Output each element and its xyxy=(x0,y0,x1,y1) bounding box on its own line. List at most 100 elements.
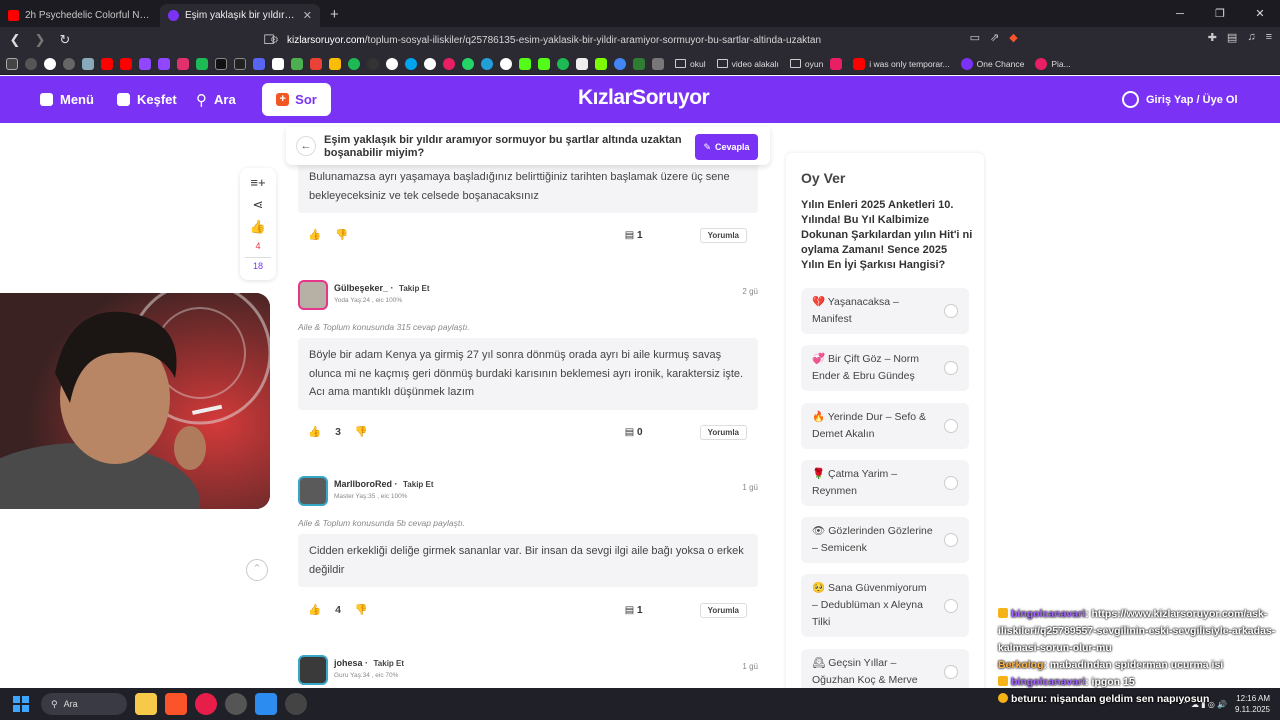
comment-count[interactable]: ▤ 1 xyxy=(625,605,643,616)
poll-option[interactable]: 💞 Bir Çift Göz – Norm Ender & Ebru Günde… xyxy=(801,345,969,391)
bookmark-icon[interactable] xyxy=(291,57,303,70)
menu-icon[interactable]: ≡ xyxy=(1266,31,1272,44)
sidebar-icon[interactable]: ▤ xyxy=(1227,31,1237,44)
x-icon[interactable] xyxy=(215,57,227,70)
search-button[interactable]: ⚲ Ara xyxy=(196,76,236,123)
taskbar-search[interactable]: ⚲ Ara xyxy=(41,693,127,715)
drive-icon[interactable] xyxy=(329,57,341,70)
bookmark-item[interactable]: i was only temporar... xyxy=(853,57,950,70)
radio-button[interactable] xyxy=(944,361,958,375)
tab-youtube[interactable]: 2h Psychedelic Colorful Neon Backgr xyxy=(0,4,160,27)
back-icon[interactable]: ❮ xyxy=(5,30,25,50)
back-arrow-icon[interactable]: ← xyxy=(296,136,316,156)
reload-icon[interactable]: ↻ xyxy=(55,30,75,50)
history-icon[interactable] xyxy=(25,57,37,70)
obs-icon[interactable] xyxy=(225,693,247,715)
brave-browser-icon[interactable] xyxy=(165,693,187,715)
bookmark-icon[interactable] xyxy=(424,57,436,70)
cast-icon[interactable]: ▭ xyxy=(970,31,980,44)
dislike-icon[interactable]: 👎 xyxy=(355,603,368,616)
bookmark-icon[interactable] xyxy=(405,57,417,70)
bookmark-item[interactable]: One Chance xyxy=(960,57,1024,70)
add-list-icon[interactable]: ≡+ xyxy=(250,175,265,191)
share-icon[interactable]: ⋖ xyxy=(253,197,264,213)
twitch-icon[interactable] xyxy=(158,57,170,70)
site-logo[interactable]: KızlarSoruyor xyxy=(578,86,710,110)
poll-option[interactable]: 🔥 Yerinde Dur – Sefo & Demet Akalın xyxy=(801,403,969,449)
dislike-icon[interactable]: 👎 xyxy=(355,425,368,438)
youtube-icon[interactable] xyxy=(101,57,113,70)
kick-icon[interactable] xyxy=(196,57,208,70)
avatar[interactable] xyxy=(298,280,328,310)
scroll-top-icon[interactable]: ⌃ xyxy=(246,559,268,581)
media-app-icon[interactable] xyxy=(195,693,217,715)
close-tab-icon[interactable]: ✕ xyxy=(303,9,312,22)
reply-button[interactable]: Yorumla xyxy=(699,425,747,440)
like-icon[interactable]: 👍 xyxy=(308,603,321,616)
bookmark-icon[interactable] xyxy=(272,57,284,70)
like-icon[interactable]: 👍 xyxy=(308,228,321,241)
telegram-icon[interactable] xyxy=(481,57,493,70)
radio-button[interactable] xyxy=(944,419,958,433)
chatgpt-icon[interactable] xyxy=(63,57,75,70)
instagram-icon[interactable] xyxy=(177,57,189,70)
comment-count[interactable]: ▤ 1 xyxy=(625,230,643,241)
like-icon[interactable]: 👍 xyxy=(308,425,321,438)
file-explorer-icon[interactable] xyxy=(135,693,157,715)
bookmark-folder[interactable]: okul xyxy=(675,59,706,69)
username[interactable]: MarllboroRed xyxy=(334,479,392,489)
whatsapp-icon[interactable] xyxy=(462,57,474,70)
apps-icon[interactable] xyxy=(6,57,18,70)
bookmark-icon[interactable] xyxy=(830,57,843,70)
comment-count[interactable]: ▤ 0 xyxy=(625,427,643,438)
radio-button[interactable] xyxy=(944,665,958,679)
github-icon[interactable] xyxy=(386,57,398,70)
close-window-icon[interactable]: ✕ xyxy=(1240,0,1280,27)
radio-button[interactable] xyxy=(944,598,958,613)
answer-button[interactable]: ✎ Cevapla xyxy=(695,134,758,160)
gmail-icon[interactable] xyxy=(310,57,322,70)
bookmark-icon[interactable] xyxy=(576,57,588,70)
google-icon[interactable] xyxy=(44,57,56,70)
minimize-icon[interactable]: ─ xyxy=(1160,0,1200,27)
bookmark-icon[interactable] xyxy=(614,57,626,70)
twitch-icon[interactable] xyxy=(139,57,151,70)
extensions-icon[interactable]: ✚ xyxy=(1208,31,1217,44)
forward-icon[interactable]: ❯ xyxy=(30,30,50,50)
url-field[interactable]: ⚙ kizlarsoruyor.com/toplum-sosyal-iliski… xyxy=(270,27,821,53)
poll-option[interactable]: 🌹 Çatma Yarim – Reynmen xyxy=(801,460,969,506)
bookmark-folder[interactable]: video alakalı xyxy=(716,59,779,69)
kick-icon[interactable] xyxy=(519,57,531,70)
kick-icon[interactable] xyxy=(538,57,550,70)
bookmark-icon[interactable] xyxy=(500,57,512,70)
poll-option[interactable]: 🥺 Sana Güvenmiyorum – Dedublüman x Aleyn… xyxy=(801,574,969,637)
username[interactable]: johesa xyxy=(334,658,363,668)
avatar[interactable] xyxy=(298,476,328,506)
explore-button[interactable]: Keşfet xyxy=(117,76,177,123)
photos-icon[interactable] xyxy=(255,693,277,715)
media-icon[interactable]: ♫ xyxy=(1247,31,1255,44)
ask-button[interactable]: + Sor xyxy=(262,83,331,116)
follow-button[interactable]: Takip Et xyxy=(399,284,430,293)
username[interactable]: Gülbeşeker_ xyxy=(334,283,388,293)
menu-button[interactable]: Menü xyxy=(40,76,94,123)
site-info-icon[interactable]: ⚙ xyxy=(270,35,279,46)
share-icon[interactable]: ⇗ xyxy=(990,31,999,44)
bookmark-icon[interactable] xyxy=(82,57,94,70)
maximize-icon[interactable]: ❐ xyxy=(1200,0,1240,27)
brave-shield-icon[interactable]: ◆ xyxy=(1009,31,1017,44)
bookmark-icon[interactable] xyxy=(652,57,664,70)
follow-button[interactable]: Takip Et xyxy=(403,480,434,489)
poll-option[interactable]: 🕰 Geçsin Yıllar – Oğuzhan Koç & Merve xyxy=(801,649,969,688)
dislike-icon[interactable]: 👎 xyxy=(335,228,348,241)
bookmark-icon[interactable] xyxy=(633,57,645,70)
avatar[interactable] xyxy=(298,655,328,685)
bookmark-icon[interactable] xyxy=(367,57,379,70)
poll-option[interactable]: 💔 Yaşanacaksa – Manifest xyxy=(801,288,969,334)
radio-button[interactable] xyxy=(944,476,958,490)
radio-button[interactable] xyxy=(944,304,958,318)
bookmark-icon[interactable] xyxy=(443,57,455,70)
login-button[interactable]: Giriş Yap / Üye Ol xyxy=(1122,76,1238,123)
discord-icon[interactable] xyxy=(253,57,265,70)
tab-kizlarsoruyor[interactable]: Eşim yaklaşık bir yıldır aramıyor... ✕ xyxy=(160,4,320,27)
